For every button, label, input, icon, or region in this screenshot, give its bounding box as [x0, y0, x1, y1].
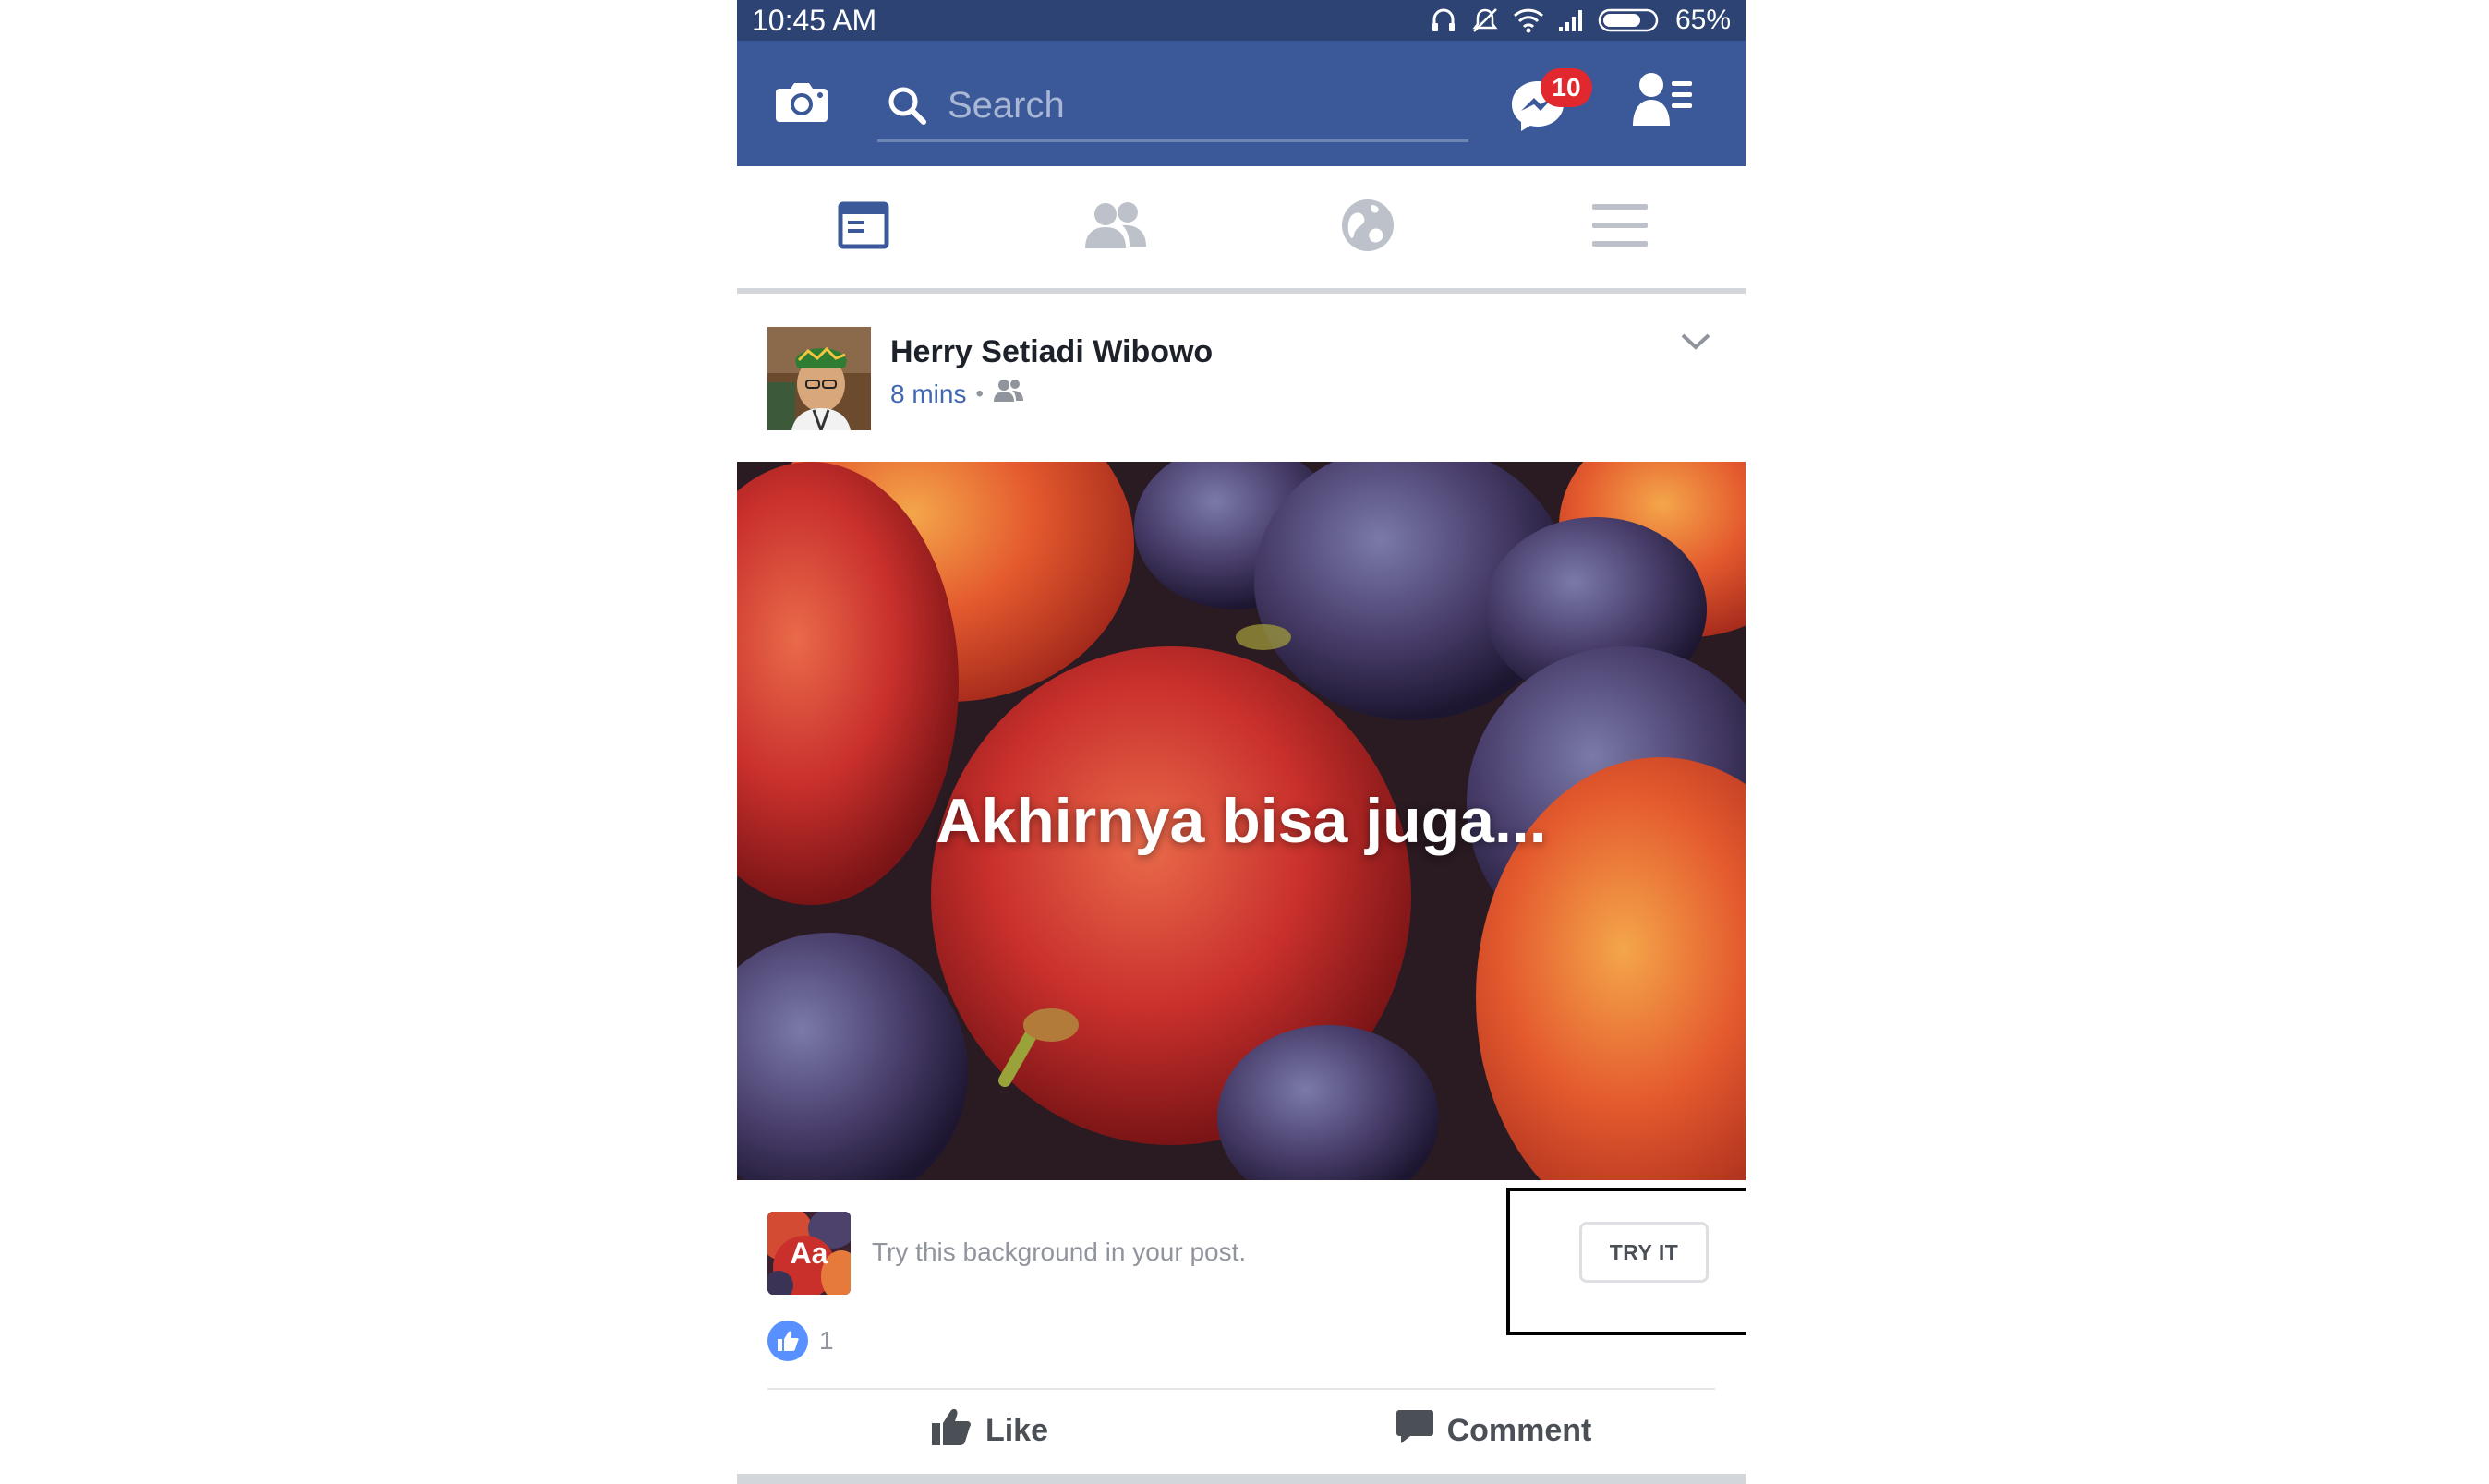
- tab-bar: [737, 166, 1746, 294]
- reaction-count: 1: [819, 1326, 834, 1355]
- like-button[interactable]: Like: [737, 1391, 1241, 1470]
- post-background-image[interactable]: Akhirnya bisa juga...: [737, 462, 1746, 1180]
- phone-screen: 10:45 AM 65% Search 10 Herry Setiadi Wib…: [737, 0, 1746, 1484]
- top-header: Search 10: [737, 41, 1746, 166]
- comment-button[interactable]: Comment: [1241, 1391, 1746, 1470]
- friends-icon: [1083, 200, 1148, 255]
- post-header: Herry Setiadi Wibowo 8 mins •: [737, 294, 1746, 462]
- thumbs-up-icon: [930, 1406, 973, 1455]
- try-background-row: Aa Try this background in your post. TRY…: [737, 1180, 1746, 1335]
- like-label: Like: [985, 1412, 1049, 1448]
- post-caption: Akhirnya bisa juga...: [936, 786, 1547, 856]
- globe-icon: [1340, 198, 1396, 258]
- camera-button[interactable]: [772, 76, 831, 131]
- search-input[interactable]: Search: [877, 68, 1468, 142]
- news-feed-icon: [838, 201, 889, 254]
- chevron-down-icon: [1679, 333, 1712, 356]
- comment-label: Comment: [1446, 1412, 1592, 1448]
- friend-requests-button[interactable]: [1631, 70, 1709, 137]
- post-meta: 8 mins •: [890, 379, 1024, 409]
- silent-icon: [1470, 6, 1500, 34]
- friend-requests-icon: [1631, 73, 1696, 131]
- post-author[interactable]: Herry Setiadi Wibowo: [890, 334, 1213, 370]
- post-options-button[interactable]: [1679, 331, 1725, 368]
- feed-separator: [737, 1474, 1746, 1484]
- comment-icon: [1396, 1408, 1434, 1454]
- meta-separator: •: [975, 380, 984, 406]
- reactions-summary[interactable]: 1: [767, 1319, 834, 1363]
- try-it-button[interactable]: TRY IT: [1579, 1222, 1709, 1283]
- tab-menu[interactable]: [1493, 166, 1746, 288]
- messenger-badge: 10: [1541, 68, 1592, 107]
- background-thumbnail: Aa: [767, 1212, 851, 1295]
- search-placeholder: Search: [948, 85, 1065, 126]
- messenger-button[interactable]: 10: [1505, 68, 1592, 142]
- background-thumbnail-label: Aa: [790, 1236, 828, 1270]
- action-divider: [767, 1388, 1715, 1390]
- tab-notifications[interactable]: [1241, 166, 1493, 288]
- wifi-icon: [1513, 7, 1544, 33]
- search-icon: [887, 85, 927, 130]
- headphones-icon: [1430, 6, 1457, 34]
- battery-icon: [1598, 7, 1662, 33]
- status-icons: 65%: [1430, 2, 1731, 39]
- like-reaction-icon: [767, 1321, 808, 1361]
- try-background-text: Try this background in your post.: [872, 1237, 1247, 1266]
- tab-friends[interactable]: [989, 166, 1241, 288]
- tab-news-feed[interactable]: [737, 166, 989, 288]
- post-actions: Like Comment: [737, 1391, 1746, 1470]
- avatar[interactable]: [767, 327, 871, 430]
- audience-friends-icon: [993, 379, 1024, 409]
- status-time: 10:45 AM: [752, 4, 877, 37]
- post-time[interactable]: 8 mins: [890, 380, 966, 409]
- hamburger-icon: [1591, 202, 1648, 253]
- camera-icon: [774, 79, 829, 128]
- battery-percent: 65%: [1674, 5, 1731, 35]
- signal-icon: [1557, 8, 1585, 32]
- status-bar: 10:45 AM 65%: [737, 0, 1746, 41]
